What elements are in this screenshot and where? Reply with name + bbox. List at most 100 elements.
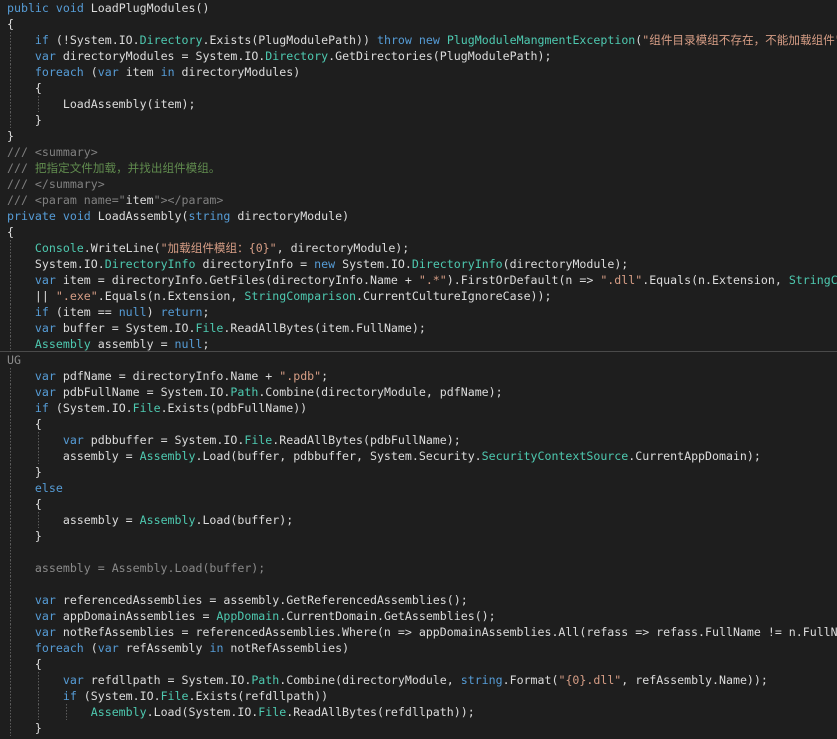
code-line[interactable]: { xyxy=(0,656,837,672)
code-token-txt: (System.IO. xyxy=(76,689,161,703)
indent-guide xyxy=(10,608,11,624)
code-line[interactable]: Assembly.Load(System.IO.File.ReadAllByte… xyxy=(0,704,837,720)
code-line[interactable]: /// </summary> xyxy=(0,176,837,192)
indent-guide xyxy=(10,544,11,560)
code-line[interactable]: LoadAssembly(item); xyxy=(0,96,837,112)
code-token-txt: assembly = xyxy=(62,513,140,527)
code-token-txt: item = directoryInfo.GetFiles(directoryI… xyxy=(55,273,419,287)
code-token-type: File xyxy=(195,321,224,335)
code-line[interactable]: var directoryModules = System.IO.Directo… xyxy=(0,48,837,64)
code-line[interactable]: var pdbbuffer = System.IO.File.ReadAllBy… xyxy=(0,432,837,448)
code-token-txt: pdfName = directoryInfo.Name + xyxy=(55,369,280,383)
code-line[interactable]: Console.WriteLine("加载组件模组：{0}", director… xyxy=(0,240,837,256)
code-line[interactable]: } xyxy=(0,464,837,480)
code-token-txt: , directoryModule); xyxy=(276,241,410,255)
code-line[interactable]: foreach (var item in directoryModules) xyxy=(0,64,837,80)
code-line[interactable]: var appDomainAssemblies = AppDomain.Curr… xyxy=(0,608,837,624)
code-token-txt: || xyxy=(34,289,56,303)
code-token-type: StringComparison xyxy=(244,289,357,303)
code-line[interactable]: assembly = Assembly.Load(buffer); xyxy=(0,560,837,576)
code-line[interactable] xyxy=(0,544,837,560)
code-line[interactable]: { xyxy=(0,416,837,432)
code-token-kw: void xyxy=(62,209,91,223)
code-token-type: Path xyxy=(230,385,259,399)
code-line[interactable]: else xyxy=(0,480,837,496)
indent-guide xyxy=(10,48,11,64)
code-line[interactable]: /// <summary> xyxy=(0,144,837,160)
indent-guide xyxy=(38,672,39,688)
code-token-txt: item xyxy=(125,193,154,207)
indent-guide xyxy=(10,384,11,400)
code-line[interactable]: foreach (var refAssembly in notRefAssemb… xyxy=(0,640,837,656)
code-token-txt: } xyxy=(34,721,42,735)
code-token-xml: </summary> xyxy=(34,177,105,191)
code-token-type: DirectoryInfo xyxy=(104,257,196,271)
code-token-txt: ( xyxy=(83,641,98,655)
code-line[interactable]: { xyxy=(0,224,837,240)
code-line[interactable]: } xyxy=(0,720,837,736)
code-token-txt: (System.IO. xyxy=(48,401,133,415)
code-line[interactable] xyxy=(0,576,837,592)
code-line[interactable]: assembly = Assembly.Load(buffer); xyxy=(0,512,837,528)
code-line[interactable]: } xyxy=(0,112,837,128)
code-line[interactable]: if (System.IO.File.Exists(pdbFullName)) xyxy=(0,400,837,416)
code-token-kw: if xyxy=(34,305,49,319)
code-token-txt: referencedAssemblies = assembly.GetRefer… xyxy=(55,593,468,607)
code-line[interactable]: if (!System.IO.Directory.Exists(PlugModu… xyxy=(0,32,837,48)
code-token-kw: string xyxy=(460,673,503,687)
indent-guide xyxy=(10,432,11,448)
code-token-txt: .Format( xyxy=(502,673,559,687)
code-line[interactable]: { xyxy=(0,80,837,96)
code-token-txt: assembly = xyxy=(62,449,140,463)
code-line[interactable]: private void LoadAssembly(string directo… xyxy=(0,208,837,224)
indent-guide xyxy=(10,704,11,720)
code-line[interactable]: /// <param name="item"></param> xyxy=(0,192,837,208)
code-line[interactable]: var pdbFullName = System.IO.Path.Combine… xyxy=(0,384,837,400)
code-line[interactable]: var notRefAssemblies = referencedAssembl… xyxy=(0,624,837,640)
code-line[interactable]: public void LoadPlugModules() xyxy=(0,0,837,16)
code-line[interactable]: /// 把指定文件加载，并找出组件模组。 xyxy=(0,160,837,176)
code-token-xml: /// xyxy=(7,145,35,159)
code-line[interactable]: { xyxy=(0,496,837,512)
indent-guide xyxy=(10,368,11,384)
code-line[interactable]: Assembly assembly = null; xyxy=(0,336,837,352)
code-token-type: File xyxy=(160,689,189,703)
code-line[interactable]: if (item == null) return; xyxy=(0,304,837,320)
code-token-txt: LoadPlugModules() xyxy=(83,1,210,15)
code-token-kw: var xyxy=(34,385,56,399)
code-token-kw: null xyxy=(174,337,203,351)
code-line[interactable]: System.IO.DirectoryInfo directoryInfo = … xyxy=(0,256,837,272)
code-token-txt: (directoryModule); xyxy=(502,257,629,271)
indent-guide xyxy=(10,288,11,304)
indent-guide xyxy=(10,528,11,544)
code-line[interactable]: } xyxy=(0,128,837,144)
code-line[interactable]: assembly = Assembly.Load(buffer, pdbbuff… xyxy=(0,448,837,464)
code-line[interactable]: if (System.IO.File.Exists(refdllpath)) xyxy=(0,688,837,704)
code-line[interactable]: var referencedAssemblies = assembly.GetR… xyxy=(0,592,837,608)
code-line[interactable]: var refdllpath = System.IO.Path.Combine(… xyxy=(0,672,837,688)
code-line[interactable]: { xyxy=(0,16,837,32)
code-line[interactable]: } xyxy=(0,528,837,544)
indent-guide xyxy=(38,448,39,464)
code-line[interactable]: var buffer = System.IO.File.ReadAllBytes… xyxy=(0,320,837,336)
code-line[interactable]: var pdfName = directoryInfo.Name + ".pdb… xyxy=(0,368,837,384)
code-editor[interactable]: public void LoadPlugModules(){ if (!Syst… xyxy=(0,0,837,739)
code-line[interactable]: UG xyxy=(0,352,837,368)
code-line[interactable]: || ".exe".Equals(n.Extension, StringComp… xyxy=(0,288,837,304)
code-token-kw: in xyxy=(160,65,175,79)
code-token-txt: .Load(System.IO. xyxy=(146,705,259,719)
code-line[interactable]: var item = directoryInfo.GetFiles(direct… xyxy=(0,272,837,288)
